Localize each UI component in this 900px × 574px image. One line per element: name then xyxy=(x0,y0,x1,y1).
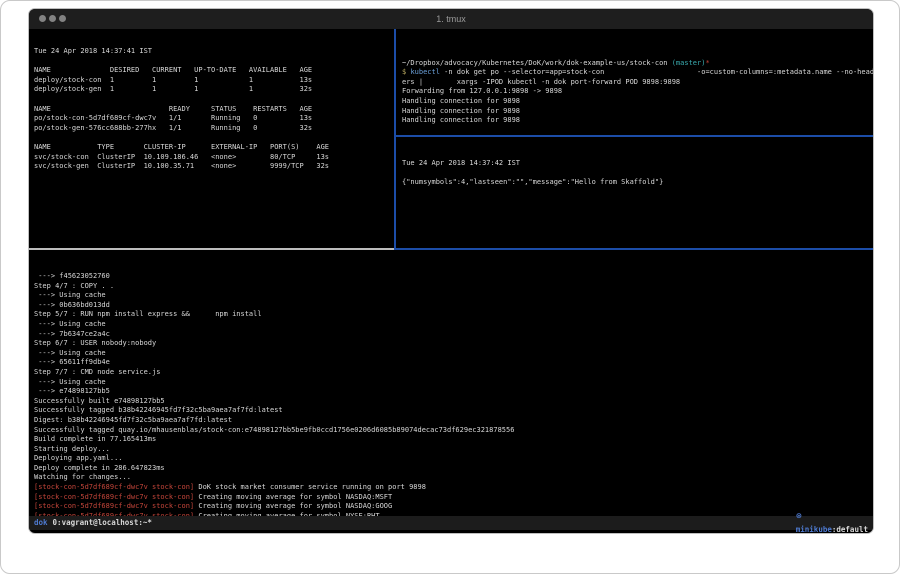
terminal-line: Successfully built e74898127bb5 xyxy=(34,397,873,407)
terminal-line: Handling connection for 9898 xyxy=(402,116,873,126)
terminal-line: NAME TYPE CLUSTER-IP EXTERNAL-IP PORT(S)… xyxy=(34,143,399,153)
terminal-line: [stock-con-5d7df689cf-dwc7v stock-con] C… xyxy=(34,493,873,503)
terminal-line: svc/stock-gen ClusterIP 10.100.35.71 <no… xyxy=(34,162,399,172)
kubernetes-helm-icon: ⊛ xyxy=(796,511,802,520)
terminal-line: Watching for changes... xyxy=(34,473,873,483)
terminal-window: 1. tmux Tue 24 Apr 2018 14:37:41 IST NAM… xyxy=(29,9,873,533)
pane-port-forward[interactable]: ~/Dropbox/advocacy/Kubernetes/DoK/work/d… xyxy=(397,29,873,139)
terminal-line: Deploying app.yaml... xyxy=(34,454,873,464)
minimize-button[interactable] xyxy=(49,15,56,22)
title-bar[interactable]: 1. tmux xyxy=(29,9,873,30)
terminal-line: ---> f45623052760 xyxy=(34,272,873,282)
status-right: ⊛ minikube:default xyxy=(760,495,868,533)
terminal-line: ---> 65611ff9db4e xyxy=(34,358,873,368)
pane-divider-main-right[interactable] xyxy=(394,248,873,250)
pane-kubectl-resources-content: Tue 24 Apr 2018 14:37:41 IST NAME DESIRE… xyxy=(34,47,399,172)
terminal-line xyxy=(34,95,399,105)
kube-context-label: minikube:default xyxy=(796,525,868,533)
terminal-line: Digest: b38b42246945fd7f32c5ba9aea7af7fd… xyxy=(34,416,873,426)
terminal-line: Forwarding from 127.0.0.1:9898 -> 9898 xyxy=(402,87,873,97)
traffic-lights xyxy=(39,15,66,22)
terminal-line: {"numsymbols":4,"lastseen":"","message":… xyxy=(402,178,873,188)
pane-service-response[interactable]: Tue 24 Apr 2018 14:37:42 IST {"numsymbol… xyxy=(397,137,873,254)
pane-divider-main-left[interactable] xyxy=(29,248,394,250)
terminal-line: Starting deploy... xyxy=(34,445,873,455)
terminal-line xyxy=(34,57,399,67)
terminal-line: ---> Using cache xyxy=(34,378,873,388)
terminal-line: Handling connection for 9898 xyxy=(402,107,873,117)
terminal-line xyxy=(402,49,873,59)
zoom-button[interactable] xyxy=(59,15,66,22)
terminal-line: Step 4/7 : COPY . . xyxy=(34,282,873,292)
window-label[interactable]: 0:vagrant@localhost:~* xyxy=(53,516,152,530)
terminal-line: deploy/stock-gen 1 1 1 1 32s xyxy=(34,85,399,95)
pane-skaffold-log-content: ---> f45623052760Step 4/7 : COPY . . ---… xyxy=(34,272,873,521)
pane-kubectl-resources[interactable]: Tue 24 Apr 2018 14:37:41 IST NAME DESIRE… xyxy=(29,29,399,250)
terminal-line: ~/Dropbox/advocacy/Kubernetes/DoK/work/d… xyxy=(402,59,873,69)
terminal-line: Successfully tagged quay.io/mhausenblas/… xyxy=(34,426,873,436)
terminal-line: Step 6/7 : USER nobody:nobody xyxy=(34,339,873,349)
terminal-line: ---> Using cache xyxy=(34,320,873,330)
terminal-line: po/stock-gen-576cc688bb-277hx 1/1 Runnin… xyxy=(34,124,399,134)
pane-divider-vertical[interactable] xyxy=(394,29,396,250)
close-button[interactable] xyxy=(39,15,46,22)
terminal-line: svc/stock-con ClusterIP 10.109.186.46 <n… xyxy=(34,153,399,163)
pane-port-forward-content: ~/Dropbox/advocacy/Kubernetes/DoK/work/d… xyxy=(402,49,873,126)
screenshot-frame: 1. tmux Tue 24 Apr 2018 14:37:41 IST NAM… xyxy=(0,0,900,574)
terminal-line: [stock-con-5d7df689cf-dwc7v stock-con] C… xyxy=(34,502,873,512)
terminal-line: Step 5/7 : RUN npm install express && np… xyxy=(34,310,873,320)
window-title: 1. tmux xyxy=(29,9,873,29)
terminal-line: ---> e74898127bb5 xyxy=(34,387,873,397)
terminal-line: ers | xargs -IPOD kubectl -n dok port-fo… xyxy=(402,78,873,88)
terminal-line: Step 7/7 : CMD node service.js xyxy=(34,368,873,378)
terminal-line xyxy=(34,133,399,143)
session-name: dok xyxy=(34,516,48,530)
terminal-line: Tue 24 Apr 2018 14:37:42 IST xyxy=(402,159,873,169)
pane-service-response-content: Tue 24 Apr 2018 14:37:42 IST {"numsymbol… xyxy=(402,159,873,188)
terminal-line: deploy/stock-con 1 1 1 1 13s xyxy=(34,76,399,86)
terminal-line: ---> Using cache xyxy=(34,291,873,301)
terminal-line: ---> 7b6347ce2a4c xyxy=(34,330,873,340)
terminal-line: Handling connection for 9898 xyxy=(402,97,873,107)
pane-skaffold-log[interactable]: ---> f45623052760Step 4/7 : COPY . . ---… xyxy=(29,251,873,521)
status-left: dok 0:vagrant@localhost:~* xyxy=(34,516,152,530)
terminal-line: ---> 0b636bd013dd xyxy=(34,301,873,311)
terminal-line: [stock-con-5d7df689cf-dwc7v stock-con] D… xyxy=(34,483,873,493)
tmux-status-bar: dok 0:vagrant@localhost:~* ⊛ minikube:de… xyxy=(29,516,873,530)
terminal-line: $ kubectl -n dok get po --selector=app=s… xyxy=(402,68,873,78)
terminal-line: po/stock-con-5d7df689cf-dwc7v 1/1 Runnin… xyxy=(34,114,399,124)
terminal-line: NAME READY STATUS RESTARTS AGE xyxy=(34,105,399,115)
terminal-line xyxy=(402,169,873,179)
terminal-line: NAME DESIRED CURRENT UP-TO-DATE AVAILABL… xyxy=(34,66,399,76)
terminal-line: Deploy complete in 286.647823ms xyxy=(34,464,873,474)
terminal-line: Successfully tagged b38b42246945fd7f32c5… xyxy=(34,406,873,416)
terminal-line: Build complete in 77.165413ms xyxy=(34,435,873,445)
terminal-line: Tue 24 Apr 2018 14:37:41 IST xyxy=(34,47,399,57)
terminal-line: ---> Using cache xyxy=(34,349,873,359)
